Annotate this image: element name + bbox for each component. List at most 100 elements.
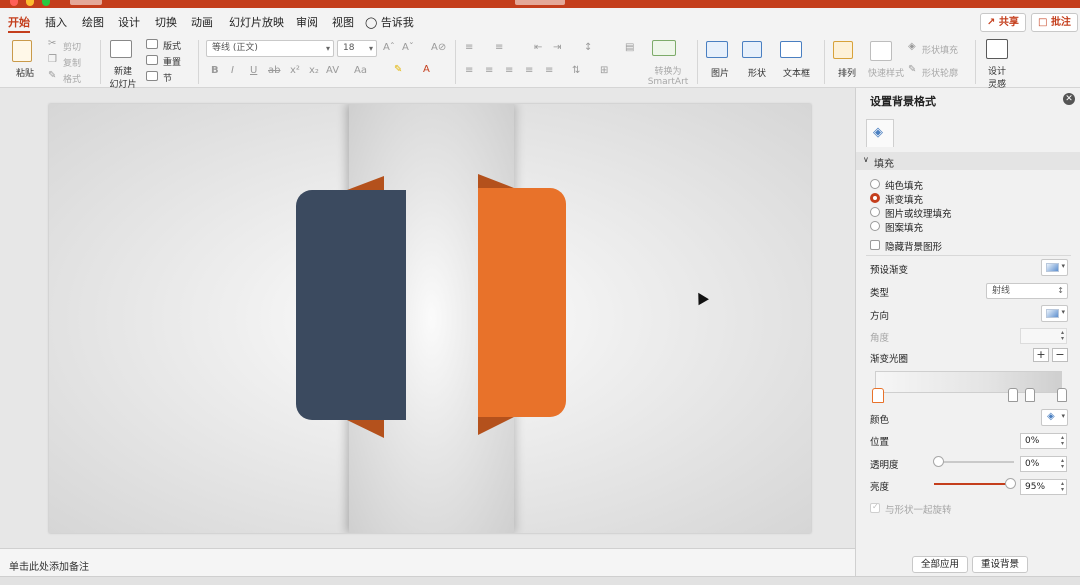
copy-icon[interactable]: ❐ <box>48 54 57 65</box>
font-name-select[interactable]: 等线 (正文) ▾ <box>206 40 334 57</box>
shape-outline-label[interactable]: 形状轮廓 <box>922 66 958 79</box>
brightness-input[interactable]: 95% ▴ ▾ <box>1020 479 1067 495</box>
quick-styles-label[interactable]: 快速样式 <box>868 66 904 79</box>
close-window-icon[interactable] <box>10 0 18 6</box>
line-spacing-icon[interactable]: ↕ <box>584 42 592 53</box>
direction-button[interactable]: ▾ <box>1041 305 1068 322</box>
comments-button[interactable]: □ 批注 <box>1031 13 1078 32</box>
brightness-slider-handle[interactable] <box>1005 478 1016 489</box>
distributed-icon[interactable]: ≡ <box>545 65 553 76</box>
format-painter-label[interactable]: 格式 <box>63 72 81 85</box>
tell-me-search[interactable]: ◯ 告诉我 <box>365 14 414 30</box>
format-painter-icon[interactable]: ✎ <box>48 70 56 81</box>
gradient-type-select[interactable]: 射线 ↕ <box>986 283 1068 299</box>
paste-label[interactable]: 粘贴 <box>16 66 34 79</box>
textbox-icon[interactable] <box>780 41 802 58</box>
radio-pattern-fill[interactable] <box>870 221 880 231</box>
share-button[interactable]: ↗ 共享 <box>980 13 1026 32</box>
reset-icon[interactable] <box>146 55 158 65</box>
gradient-stop-4[interactable] <box>1057 388 1067 402</box>
gradient-stop-3[interactable] <box>1025 388 1035 402</box>
quick-styles-icon[interactable] <box>870 41 892 61</box>
picture-icon[interactable] <box>706 41 728 58</box>
picture-label[interactable]: 图片 <box>711 66 729 79</box>
radio-solid-fill[interactable] <box>870 179 880 189</box>
align-right-icon[interactable]: ≡ <box>505 65 513 76</box>
reset-background-button[interactable]: 重设背景 <box>972 556 1029 573</box>
arrange-label[interactable]: 排列 <box>838 66 856 79</box>
designer-label[interactable]: 设计 灵感 <box>984 64 1010 90</box>
align-left-icon[interactable]: ≡ <box>465 65 473 76</box>
rotate-with-shape-checkbox[interactable]: ✓ <box>870 502 880 513</box>
bullets-icon[interactable]: ≡ <box>465 42 473 53</box>
shape-fill-label[interactable]: 形状填充 <box>922 43 958 56</box>
add-stop-button[interactable]: + <box>1033 348 1049 362</box>
paste-icon[interactable] <box>12 40 32 62</box>
navy-rounded-rectangle[interactable] <box>296 190 406 420</box>
superscript-icon[interactable]: x² <box>290 65 300 76</box>
layout-icon[interactable] <box>146 39 158 49</box>
gradient-stop-2[interactable] <box>1008 388 1018 402</box>
new-slide-label[interactable]: 新建 幻灯片 <box>108 64 138 90</box>
gradient-stop-1[interactable] <box>872 388 884 403</box>
smartart-icon[interactable] <box>652 40 676 56</box>
zoom-window-icon[interactable] <box>42 0 50 6</box>
orange-rounded-rectangle[interactable] <box>478 188 566 417</box>
transparency-slider-handle[interactable] <box>933 456 944 467</box>
clear-format-icon[interactable]: A⊘ <box>431 42 446 53</box>
minimize-window-icon[interactable] <box>26 0 34 6</box>
shapes-label[interactable]: 形状 <box>748 66 766 79</box>
arrange-icon[interactable] <box>833 41 853 59</box>
radio-picture-fill[interactable] <box>870 207 880 217</box>
underline-icon[interactable]: U <box>250 65 257 76</box>
copy-label[interactable]: 复制 <box>63 56 81 69</box>
tab-home[interactable]: 开始 <box>8 14 30 30</box>
shapes-icon[interactable] <box>742 41 762 58</box>
tab-insert[interactable]: 插入 <box>45 14 67 30</box>
section-label[interactable]: 节 <box>163 71 172 84</box>
remove-stop-button[interactable]: − <box>1052 348 1068 362</box>
subscript-icon[interactable]: x₂ <box>309 65 319 76</box>
transparency-slider[interactable] <box>936 461 1014 463</box>
shape-fill-icon[interactable]: ◈ <box>908 41 916 52</box>
font-size-select[interactable]: 18 ▾ <box>337 40 377 57</box>
text-direction-icon[interactable]: ⇅ <box>572 65 580 76</box>
font-color-icon[interactable]: A <box>423 64 430 75</box>
preset-gradient-button[interactable]: ▾ <box>1041 259 1068 276</box>
tab-design[interactable]: 设计 <box>118 14 140 30</box>
convert-smartart-label[interactable]: 转换为 SmartArt <box>644 64 692 87</box>
decrease-indent-icon[interactable]: ⇤ <box>534 42 542 53</box>
tab-draw[interactable]: 绘图 <box>82 14 104 30</box>
cut-label[interactable]: 剪切 <box>63 40 81 53</box>
new-slide-icon[interactable] <box>110 40 132 58</box>
tab-transitions[interactable]: 切换 <box>155 14 177 30</box>
textbox-label[interactable]: 文本框 <box>783 66 810 79</box>
numbering-icon[interactable]: ≡ <box>495 42 503 53</box>
cut-icon[interactable]: ✂ <box>48 38 56 49</box>
align-center-icon[interactable]: ≡ <box>485 65 493 76</box>
notes-pane[interactable]: 单击此处添加备注 <box>0 548 855 576</box>
align-text-icon[interactable]: ⊞ <box>600 65 608 76</box>
tab-review[interactable]: 审阅 <box>296 14 318 30</box>
layout-label[interactable]: 版式 <box>163 39 181 52</box>
section-icon[interactable] <box>146 71 158 81</box>
tab-animations[interactable]: 动画 <box>191 14 213 30</box>
italic-icon[interactable]: I <box>231 65 234 76</box>
apply-all-button[interactable]: 全部应用 <box>912 556 969 573</box>
char-spacing-icon[interactable]: AV <box>326 65 339 76</box>
increase-indent-icon[interactable]: ⇥ <box>553 42 561 53</box>
columns-icon[interactable]: ▤ <box>625 42 634 53</box>
shrink-font-icon[interactable]: Aˇ <box>402 42 414 53</box>
hide-background-checkbox[interactable] <box>870 240 880 250</box>
slide-canvas[interactable] <box>49 104 811 533</box>
close-icon[interactable]: ✕ <box>1063 93 1075 105</box>
bold-icon[interactable]: B <box>211 65 219 76</box>
stop-color-button[interactable]: ◈ ▾ <box>1041 409 1068 426</box>
brightness-slider[interactable] <box>934 483 1012 485</box>
fill-section-header[interactable]: ∨ 填充 <box>856 152 1080 170</box>
strikethrough-icon[interactable]: ab <box>268 65 280 76</box>
justify-icon[interactable]: ≡ <box>525 65 533 76</box>
designer-icon[interactable] <box>986 39 1008 59</box>
highlight-icon[interactable]: ✎ <box>394 64 402 75</box>
shape-outline-icon[interactable]: ✎ <box>908 64 916 75</box>
